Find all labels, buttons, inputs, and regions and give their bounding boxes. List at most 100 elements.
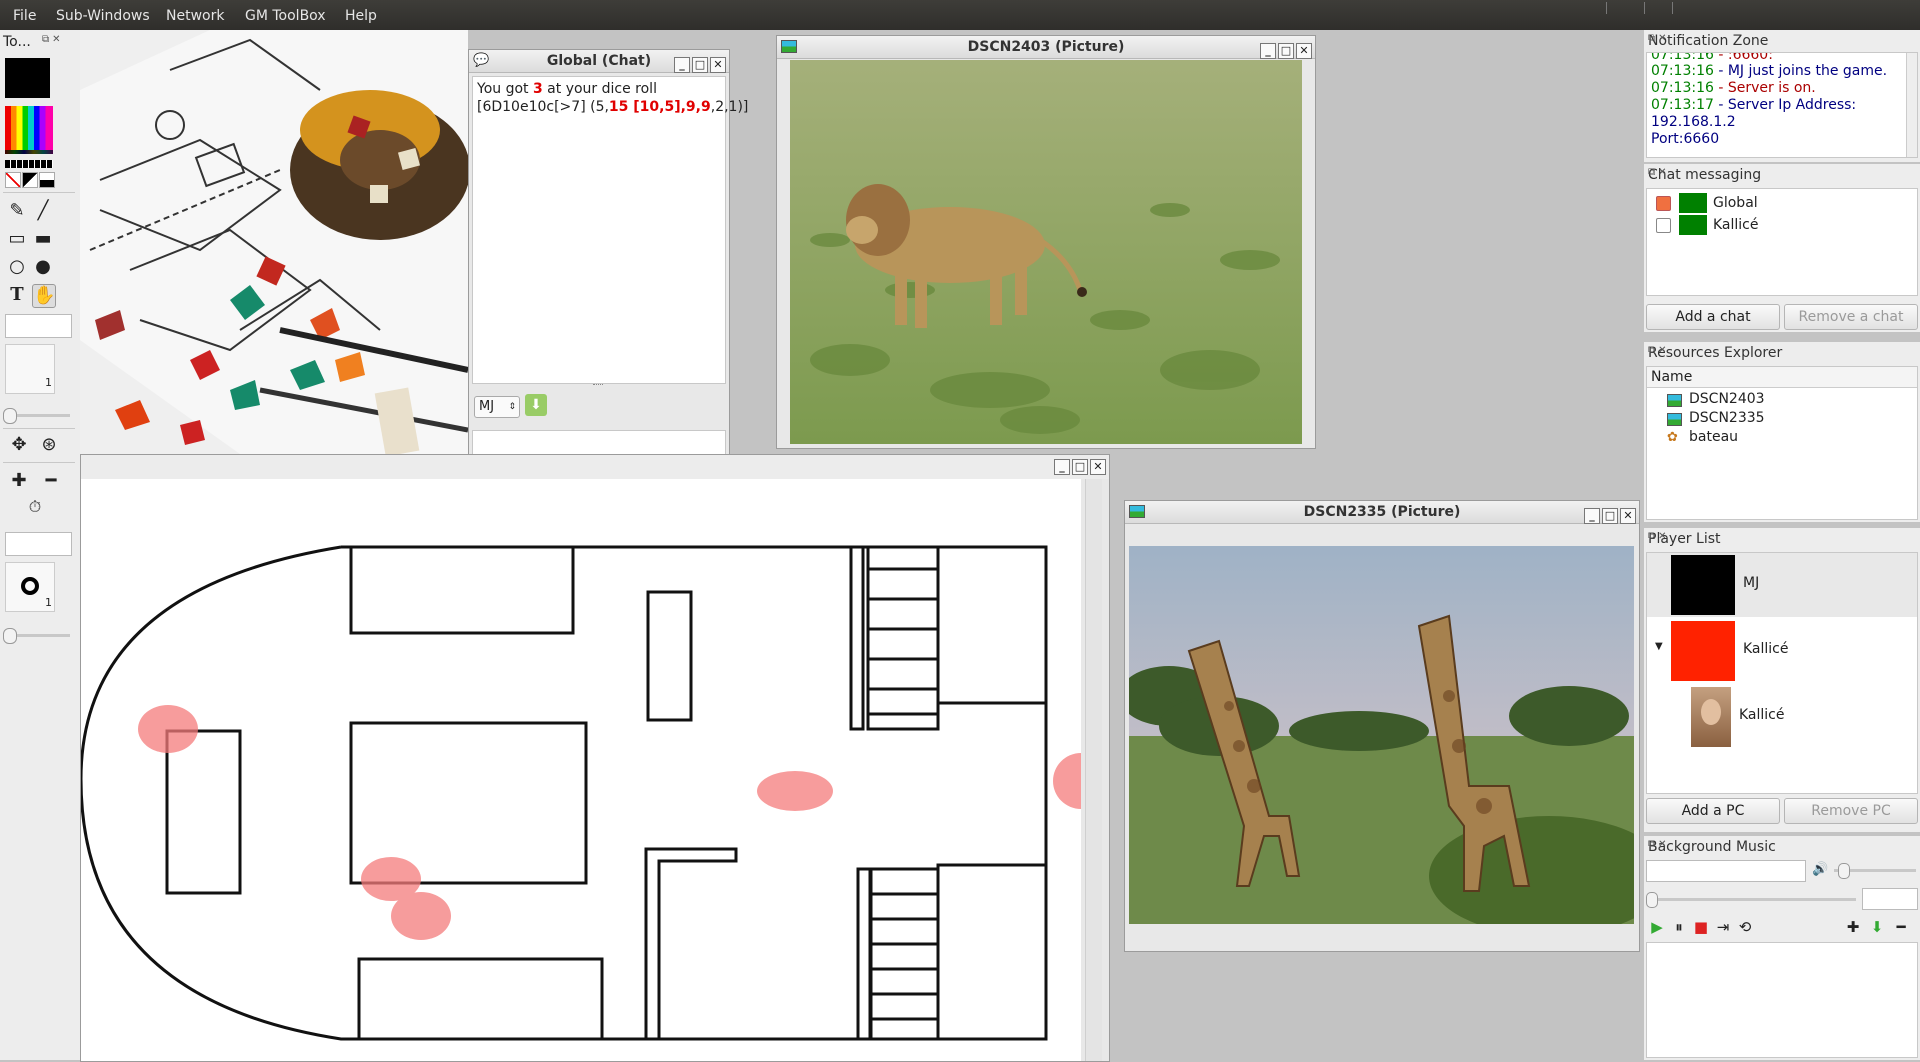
filled-ellipse-icon[interactable]: ● [32,256,54,278]
identity-select[interactable]: MJ ⇕ [474,396,520,418]
color-palette-row[interactable] [5,150,53,154]
maximize-icon[interactable]: □ [1602,508,1618,524]
close-icon[interactable]: ✕ [1620,508,1636,524]
close-icon[interactable]: ✕ [1296,43,1312,59]
map-icon: ✿ [1667,430,1678,445]
remove-npc-icon[interactable]: ━ [40,470,62,492]
rotate-icon[interactable]: ⊛ [38,434,60,456]
close-icon[interactable]: ✕ [1090,459,1106,475]
remove-chat-button[interactable]: Remove a chat [1784,304,1918,330]
dock-buttons[interactable]: ⧉✕ [1648,33,1916,44]
notification-log[interactable]: 07:13:16 - :6660: 07:13:16 - MJ just joi… [1646,52,1918,158]
menu-sub-windows[interactable]: Sub-Windows [56,8,150,24]
current-color-swatch[interactable] [5,58,50,98]
color-palette[interactable] [5,106,53,154]
seek-slider-track[interactable] [1646,898,1856,901]
add-npc-icon[interactable]: ✚ [8,470,30,492]
minimize-icon[interactable]: _ [1260,43,1276,59]
line-icon[interactable]: ╱ [32,200,54,222]
splitter-handle[interactable] [593,384,603,387]
picture-window-1-titlebar[interactable]: DSCN2403 (Picture) _ □ ✕ [777,36,1315,59]
resource-item[interactable]: ✿ bateau [1667,429,1907,447]
resource-item[interactable]: DSCN2335 [1667,410,1907,428]
empty-ellipse-icon[interactable]: ○ [6,256,28,278]
map-window-titlebar[interactable]: _ □ ✕ [81,455,1109,479]
play-icon[interactable]: ▶ [1646,916,1668,938]
download-icon[interactable]: ⬇ [525,394,547,416]
player-row[interactable]: MJ [1647,553,1917,617]
player-color[interactable] [1671,555,1735,615]
npc-name-input[interactable] [5,532,72,556]
move-icon[interactable]: ✥ [8,434,30,456]
add-song-icon[interactable]: ✚ [1842,916,1864,938]
expand-arrow-icon[interactable]: ▼ [1655,641,1663,652]
chat-checkbox[interactable] [1656,218,1671,233]
dock-buttons[interactable]: ⧉✕ [1648,839,1916,850]
dock-buttons[interactable]: ⧉✕ [1648,345,1916,356]
notification-scrollbar[interactable] [1906,53,1917,157]
minimize-icon[interactable]: _ [1584,508,1600,524]
map-vertical-scrollbar[interactable] [1085,479,1102,1061]
dock-buttons[interactable]: ⧉✕ [1648,531,1916,542]
close-icon[interactable]: ✕ [710,57,726,73]
menu-gm-toolbox[interactable]: GM ToolBox [245,8,326,24]
unveil-color-icon[interactable] [39,172,55,188]
character-avatar[interactable] [1691,687,1731,747]
chat-log[interactable]: You got 3 at your dice roll [6D10e10c[>7… [472,76,748,384]
map-canvas[interactable] [81,479,1081,1061]
player-color[interactable] [1671,621,1735,681]
reset-npc-icon[interactable]: ⏱ [24,496,46,518]
volume-icon[interactable]: 🔊 [1812,862,1828,877]
minimize-icon[interactable]: _ [674,57,690,73]
chat-checkbox[interactable] [1656,196,1671,211]
seek-slider-handle[interactable] [1646,892,1658,908]
text-input[interactable] [5,314,72,338]
pause-icon[interactable]: ⏸ [1668,916,1690,938]
save-playlist-icon[interactable]: ⬇ [1866,916,1888,938]
maximize-icon[interactable]: □ [692,57,708,73]
add-chat-button[interactable]: Add a chat [1646,304,1780,330]
text-tool-icon[interactable]: T [6,284,28,306]
chat-list-item[interactable]: Kallicé [1651,215,1913,235]
add-pc-button[interactable]: Add a PC [1646,798,1780,824]
mask-color-icon[interactable] [22,172,38,188]
erase-color-icon[interactable] [5,172,21,188]
grey-palette[interactable] [5,160,53,168]
filled-rectangle-icon[interactable]: ▬ [32,228,54,250]
dock-buttons[interactable]: ⧉✕ [1648,167,1916,178]
npc-size-slider-handle[interactable] [3,628,17,644]
pencil-icon[interactable]: ✎ [6,200,28,222]
resource-item[interactable]: DSCN2403 [1667,391,1907,409]
repeat-icon[interactable]: ⟲ [1734,916,1756,938]
menu-network[interactable]: Network [166,8,224,24]
chat-color-swatch[interactable] [1679,215,1707,235]
next-icon[interactable]: ⇥ [1712,916,1734,938]
hand-icon[interactable]: ✋ [32,284,56,308]
maximize-icon[interactable]: □ [1278,43,1294,59]
minimize-icon[interactable]: _ [1054,459,1070,475]
resources-header[interactable]: Name [1647,367,1917,388]
remove-pc-button[interactable]: Remove PC [1784,798,1918,824]
remove-song-icon[interactable]: ━ [1890,916,1912,938]
playlist[interactable] [1646,942,1918,1058]
maximize-icon[interactable]: □ [1072,459,1088,475]
notification-time: 07:13:17 [1651,97,1714,113]
music-title-field[interactable] [1646,860,1806,882]
volume-slider-handle[interactable] [1838,863,1850,879]
menu-help[interactable]: Help [345,8,377,24]
picture-window-2-titlebar[interactable]: DSCN2335 (Picture) _ □ ✕ [1125,501,1639,524]
stop-icon[interactable]: ■ [1690,916,1712,938]
menu-file[interactable]: File [13,8,36,24]
chat-list-item[interactable]: Global [1651,193,1913,213]
chat-window-titlebar[interactable]: 💬 Global (Chat) _ □ ✕ [469,50,729,73]
character-row[interactable]: Kallicé [1647,685,1917,749]
dock-buttons[interactable]: ⧉✕ [42,34,64,45]
time-field[interactable] [1862,888,1918,910]
pen-size-slider-handle[interactable] [3,408,17,424]
identity-value: MJ [479,399,495,414]
empty-rectangle-icon[interactable]: ▭ [6,228,28,250]
chat-messaging-dock: Chat messaging ⧉✕ Global Kallicé Add a ch… [1644,164,1920,332]
player-row[interactable]: ▼ Kallicé [1647,619,1917,683]
chat-color-swatch[interactable] [1679,193,1707,213]
notification-time: 07:13:16 [1651,52,1714,63]
